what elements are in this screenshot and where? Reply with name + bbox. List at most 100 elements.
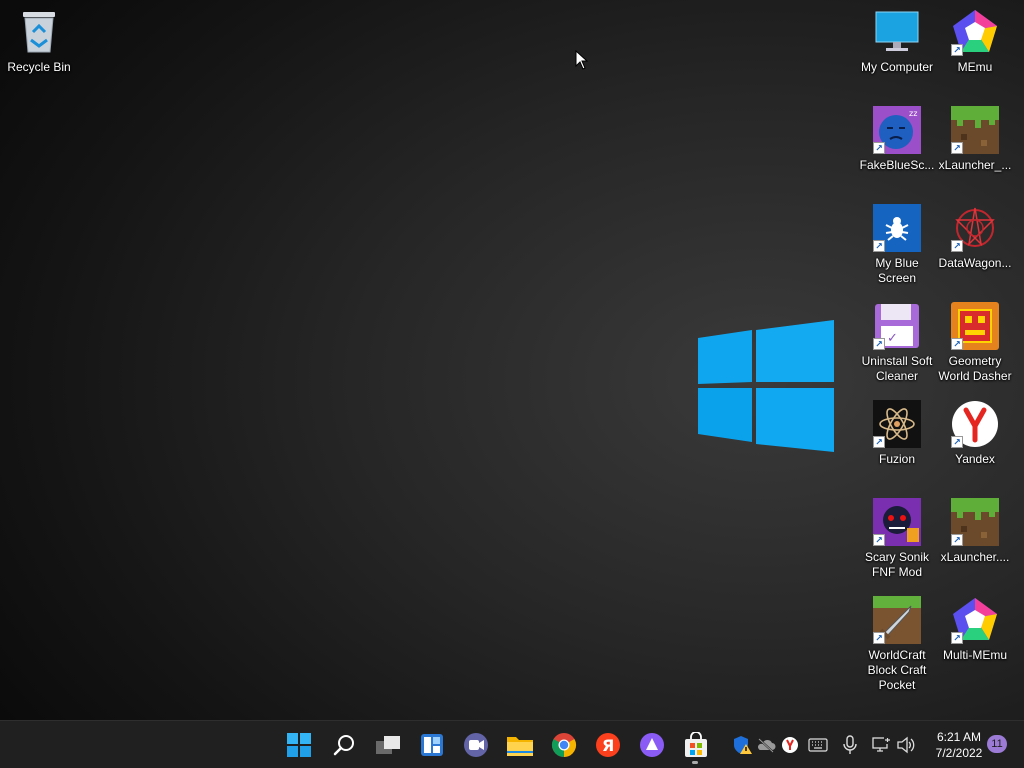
- shortcut-arrow-icon: ↗: [951, 436, 963, 448]
- desktop-icon-yandex[interactable]: ↗ Yandex: [936, 400, 1014, 467]
- windows-start-icon: [287, 733, 311, 757]
- microsoft-store-button[interactable]: [680, 729, 712, 761]
- desktop-icon-uninstall-soft-cleaner[interactable]: ✓ ↗ Uninstall Soft Cleaner: [858, 302, 936, 384]
- desktop-icon-scary-sonik[interactable]: ↗ Scary Sonik FNF Mod: [858, 498, 936, 580]
- desktop-icon-my-blue-screen[interactable]: ↗ My Blue Screen: [858, 204, 936, 286]
- icon-label: WorldCraft Block Craft Pocket: [867, 648, 927, 692]
- shortcut-arrow-icon: ↗: [951, 338, 963, 350]
- alice-button[interactable]: [636, 729, 668, 761]
- atom-icon: ↗: [873, 400, 921, 448]
- teams-chat-icon: [464, 733, 488, 757]
- bug-icon: ↗: [873, 204, 921, 252]
- desktop-icon-geometry-world-dasher[interactable]: ↗ Geometry World Dasher: [936, 302, 1014, 384]
- svg-text:✓: ✓: [887, 331, 898, 346]
- alice-icon: [640, 733, 664, 757]
- shortcut-arrow-icon: ↗: [951, 44, 963, 56]
- widgets-button[interactable]: [416, 729, 448, 761]
- icon-label: Fuzion: [878, 452, 916, 466]
- icon-label: MEmu: [957, 60, 993, 74]
- chat-button[interactable]: [460, 729, 492, 761]
- touch-keyboard-tray[interactable]: [808, 735, 828, 755]
- scary-sonik-icon: ↗: [873, 498, 921, 546]
- icon-label: FakeBlueSc...: [859, 158, 935, 172]
- desktop-icon-datawagon[interactable]: ↗ DataWagon...: [936, 204, 1014, 271]
- network-icon: [872, 737, 891, 752]
- desktop-icon-fuzion[interactable]: ↗ Fuzion: [858, 400, 936, 467]
- defender-warning-icon: [734, 736, 752, 754]
- start-button[interactable]: [283, 729, 315, 761]
- memu-icon: ↗: [951, 8, 999, 56]
- minecraft-block-icon: ↗: [951, 106, 999, 154]
- shortcut-arrow-icon: ↗: [873, 632, 885, 644]
- chrome-icon: [551, 733, 577, 757]
- desktop-icon-worldcraft[interactable]: ↗ WorldCraft Block Craft Pocket: [858, 596, 936, 693]
- clock-date: 7/2/2022: [935, 746, 983, 760]
- desktop-icon-recycle-bin[interactable]: Recycle Bin: [0, 8, 78, 75]
- mouse-cursor: [575, 50, 589, 70]
- desktop-icon-xlauncher-2[interactable]: ↗ xLauncher....: [936, 498, 1014, 565]
- chrome-button[interactable]: [548, 729, 580, 761]
- yandex-icon: ↗: [951, 400, 999, 448]
- desktop-icon-xlauncher-1[interactable]: ↗ xLauncher_...: [936, 106, 1014, 173]
- shortcut-arrow-icon: ↗: [873, 534, 885, 546]
- search-button[interactable]: [328, 729, 360, 761]
- floppy-disk-icon: ✓ ↗: [873, 302, 921, 350]
- desktop-icon-multi-memu[interactable]: ↗ Multi-MEmu: [936, 596, 1014, 663]
- shortcut-arrow-icon: ↗: [951, 142, 963, 154]
- monitor-icon: [873, 8, 921, 56]
- desktop-icon-fakebluescreen[interactable]: zz ↗ FakeBlueSc...: [858, 106, 936, 173]
- yandex-browser-button[interactable]: Я: [592, 729, 624, 761]
- clock[interactable]: 6:21 AM 7/2/2022: [926, 729, 992, 761]
- icon-label: DataWagon...: [938, 256, 1012, 270]
- shortcut-arrow-icon: ↗: [873, 338, 885, 350]
- microphone-tray[interactable]: [840, 735, 860, 755]
- icon-label: Yandex: [955, 452, 995, 466]
- minecraft-block-icon: ↗: [951, 498, 999, 546]
- active-app-indicator: [692, 761, 698, 764]
- windows-wallpaper-logo: [698, 320, 834, 452]
- volume-icon: [897, 736, 915, 754]
- memu-icon: ↗: [951, 596, 999, 644]
- microphone-icon: [843, 735, 857, 754]
- svg-text:zz: zz: [909, 109, 917, 118]
- icon-label: Scary Sonik FNF Mod: [864, 550, 930, 579]
- search-icon: [333, 735, 354, 756]
- icon-label: xLauncher_...: [938, 158, 1012, 172]
- icon-label: Geometry World Dasher: [938, 354, 1012, 383]
- icon-label: Recycle Bin: [7, 60, 71, 74]
- yandex-tray[interactable]: [780, 735, 800, 755]
- taskbar: Я 6:21 AM 7/2/2022: [0, 720, 1024, 768]
- defender-tray[interactable]: [732, 735, 752, 755]
- icon-label: xLauncher....: [940, 550, 1010, 564]
- widgets-icon: [421, 734, 443, 756]
- notification-badge[interactable]: 11: [987, 735, 1007, 753]
- file-explorer-button[interactable]: [504, 729, 536, 761]
- desktop-icon-memu[interactable]: ↗ MEmu: [936, 8, 1014, 75]
- clock-time: 6:21 AM: [936, 730, 982, 744]
- onedrive-offline-icon: [758, 738, 776, 753]
- shortcut-arrow-icon: ↗: [951, 534, 963, 546]
- yandex-browser-icon: Я: [596, 733, 620, 757]
- recycle-bin-icon: [15, 8, 63, 56]
- shortcut-arrow-icon: ↗: [873, 240, 885, 252]
- shortcut-arrow-icon: ↗: [951, 632, 963, 644]
- network-tray[interactable]: [872, 735, 892, 755]
- icon-label: Uninstall Soft Cleaner: [861, 354, 933, 383]
- icon-label: Multi-MEmu: [942, 648, 1007, 662]
- shortcut-arrow-icon: ↗: [873, 142, 885, 154]
- task-view-icon: [376, 736, 400, 754]
- volume-tray[interactable]: [896, 735, 916, 755]
- geometry-dash-icon: ↗: [951, 302, 999, 350]
- desktop-icon-my-computer[interactable]: My Computer: [858, 8, 936, 75]
- keyboard-icon: [808, 738, 828, 752]
- microsoft-store-icon: [685, 732, 707, 757]
- worldcraft-sword-icon: ↗: [873, 596, 921, 644]
- svg-text:Я: Я: [602, 736, 614, 755]
- shortcut-arrow-icon: ↗: [873, 436, 885, 448]
- fake-blue-screen-icon: zz ↗: [873, 106, 921, 154]
- desktop[interactable]: Recycle Bin My Computer ↗ MEmu zz ↗ Fake…: [0, 0, 1024, 720]
- datawagon-icon: ↗: [951, 204, 999, 252]
- onedrive-tray[interactable]: [756, 735, 776, 755]
- task-view-button[interactable]: [372, 729, 404, 761]
- file-explorer-icon: [507, 737, 533, 756]
